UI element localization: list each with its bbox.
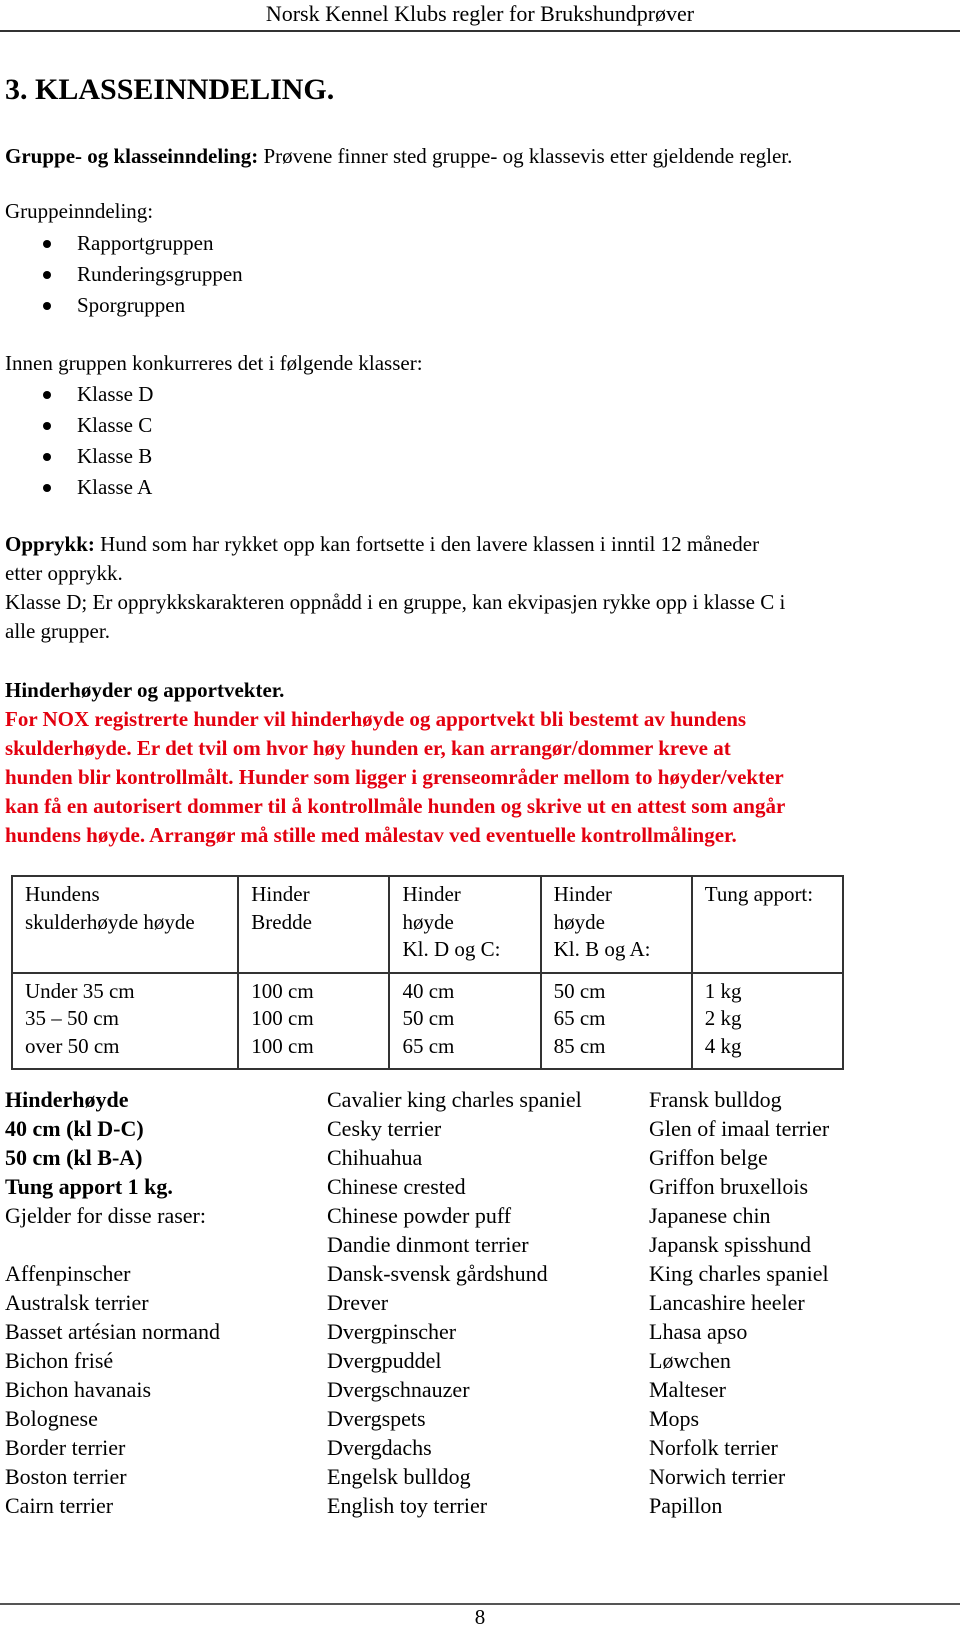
breed-item: Norfolk terrier — [649, 1435, 778, 1460]
breed-item: Australsk terrier — [5, 1290, 149, 1315]
breed-item: Engelsk bulldog — [327, 1464, 471, 1489]
table-cell: 100 cm 100 cm 100 cm — [237, 971, 391, 1070]
breed-item: Lancashire heeler — [649, 1290, 805, 1315]
breed-item: Drever — [327, 1290, 389, 1315]
page-number: 8 — [474, 1605, 486, 1629]
table-header-cell: Hinder høyde Kl. B og A: — [539, 875, 693, 974]
breed-item: Lhasa apso — [649, 1319, 748, 1344]
rule-line: 50 cm (kl B-A) — [5, 1145, 143, 1170]
breed-item: Chinese powder puff — [327, 1203, 512, 1228]
intro-text: Prøvene finner sted gruppe- og klassevis… — [258, 144, 793, 168]
breed-item: Japanese chin — [649, 1203, 771, 1228]
list-item: Klasse A — [43, 472, 153, 503]
breed-item: Basset artésian normand — [5, 1319, 221, 1344]
breed-item: Dandie dinmont terrier — [327, 1232, 529, 1257]
intro-label: Gruppe- og klasseinndeling: — [5, 144, 259, 168]
breed-item: Malteser — [649, 1377, 726, 1402]
breed-item: Griffon bruxellois — [649, 1174, 809, 1199]
header-rule — [0, 30, 960, 32]
promotion-label: Opprykk: — [5, 532, 95, 556]
bullet-icon — [43, 301, 51, 310]
breed-item: Chinese crested — [327, 1174, 466, 1199]
breed-item: Japansk spisshund — [649, 1232, 811, 1257]
breed-column-2: Cavalier king charles spaniel Cesky terr… — [327, 1085, 582, 1520]
bullet-icon — [43, 421, 51, 430]
breed-item: Dvergschnauzer — [327, 1377, 470, 1402]
breed-item: Boston terrier — [5, 1464, 127, 1489]
table-cell: 50 cm 65 cm 85 cm — [539, 971, 693, 1070]
table-cell: 1 kg 2 kg 4 kg — [690, 971, 845, 1070]
list-item: Klasse D — [43, 379, 153, 410]
running-header: Norsk Kennel Klubs regler for Brukshundp… — [265, 1, 695, 26]
breed-item: Dvergpuddel — [327, 1348, 442, 1373]
breed-item: Griffon belge — [649, 1145, 768, 1170]
breed-item: Affenpinscher — [5, 1261, 131, 1286]
breed-item: Norwich terrier — [649, 1464, 786, 1489]
classes-list: Klasse D Klasse C Klasse B Klasse A — [43, 379, 153, 503]
bullet-icon — [43, 483, 51, 492]
breed-item: Glen of imaal terrier — [649, 1116, 830, 1141]
applies-label: Gjelder for disse raser: — [5, 1203, 206, 1228]
table-row: Under 35 cm 35 – 50 cm over 50 cm 100 cm 10… — [10, 971, 845, 1070]
breed-item: Dansk-svensk gårdshund — [327, 1261, 548, 1286]
obstacles-heading: Hinderhøyder og apportvekter. — [5, 678, 285, 702]
table-cell: Under 35 cm 35 – 50 cm over 50 cm — [10, 971, 240, 1070]
bullet-icon — [43, 452, 51, 461]
breed-item: English toy terrier — [327, 1493, 488, 1518]
breed-item: Dvergdachs — [327, 1435, 432, 1460]
table-header-cell: Hinder Bredde — [237, 875, 391, 974]
breed-item: Dvergspets — [327, 1406, 426, 1431]
table-header-cell: Tung apport: — [690, 875, 845, 974]
breed-item: King charles spaniel — [649, 1261, 829, 1286]
list-item: Runderingsgruppen — [43, 259, 243, 290]
rule-line: Tung apport 1 kg. — [5, 1174, 173, 1199]
promotion-paragraph: Opprykk: Hund som har rykket opp kan for… — [5, 532, 786, 643]
breed-item: Papillon — [649, 1493, 723, 1518]
list-item: Sporgruppen — [43, 290, 243, 321]
rule-line: Hinderhøyde — [5, 1087, 129, 1112]
rule-line: 40 cm (kl D-C) — [5, 1116, 144, 1141]
breed-item: Cesky terrier — [327, 1116, 442, 1141]
groups-label: Gruppeinndeling: — [5, 199, 154, 223]
table-cell: 40 cm 50 cm 65 cm — [388, 971, 542, 1070]
breed-item: Border terrier — [5, 1435, 126, 1460]
breed-column-3: Fransk bulldog Glen of imaal terrier Gri… — [649, 1085, 829, 1520]
breed-item: Dvergpinscher — [327, 1319, 457, 1344]
breed-item: Mops — [649, 1406, 700, 1431]
breed-item: Løwchen — [649, 1348, 731, 1373]
section-title: 3. KLASSEINNDELING. — [5, 73, 335, 106]
breed-item: Bichon frisé — [5, 1348, 114, 1373]
nox-notice: For NOX registrerte hunder vil hinderhøy… — [5, 707, 786, 847]
table-header-cell: Hinder høyde Kl. D og C: — [388, 875, 542, 974]
list-item: Rapportgruppen — [43, 228, 243, 259]
list-item: Klasse C — [43, 410, 153, 441]
breed-item: Bolognese — [5, 1406, 98, 1431]
obstacle-spec-table: Hundens skulderhøyde høyde Hinder Bredde H… — [10, 875, 845, 1070]
breed-item: Chihuahua — [327, 1145, 423, 1170]
bullet-icon — [43, 390, 51, 399]
breed-column-1: Hinderhøyde 40 cm (kl D-C) 50 cm (kl B-A… — [5, 1085, 220, 1520]
breed-item: Cairn terrier — [5, 1493, 114, 1518]
breed-item: Cavalier king charles spaniel — [327, 1087, 582, 1112]
groups-list: Rapportgruppen Runderingsgruppen Sporgru… — [43, 228, 243, 321]
bullet-icon — [43, 270, 51, 279]
intro-paragraph: Gruppe- og klasseinndeling: Prøvene finn… — [5, 142, 792, 171]
breed-item: Fransk bulldog — [649, 1087, 782, 1112]
list-item: Klasse B — [43, 441, 153, 472]
table-header-cell: Hundens skulderhøyde høyde — [10, 875, 240, 974]
classes-label: Innen gruppen konkurreres det i følgende… — [5, 351, 423, 375]
bullet-icon — [43, 239, 51, 248]
breed-item: Bichon havanais — [5, 1377, 152, 1402]
table-header-row: Hundens skulderhøyde høyde Hinder Bredde H… — [10, 875, 845, 974]
